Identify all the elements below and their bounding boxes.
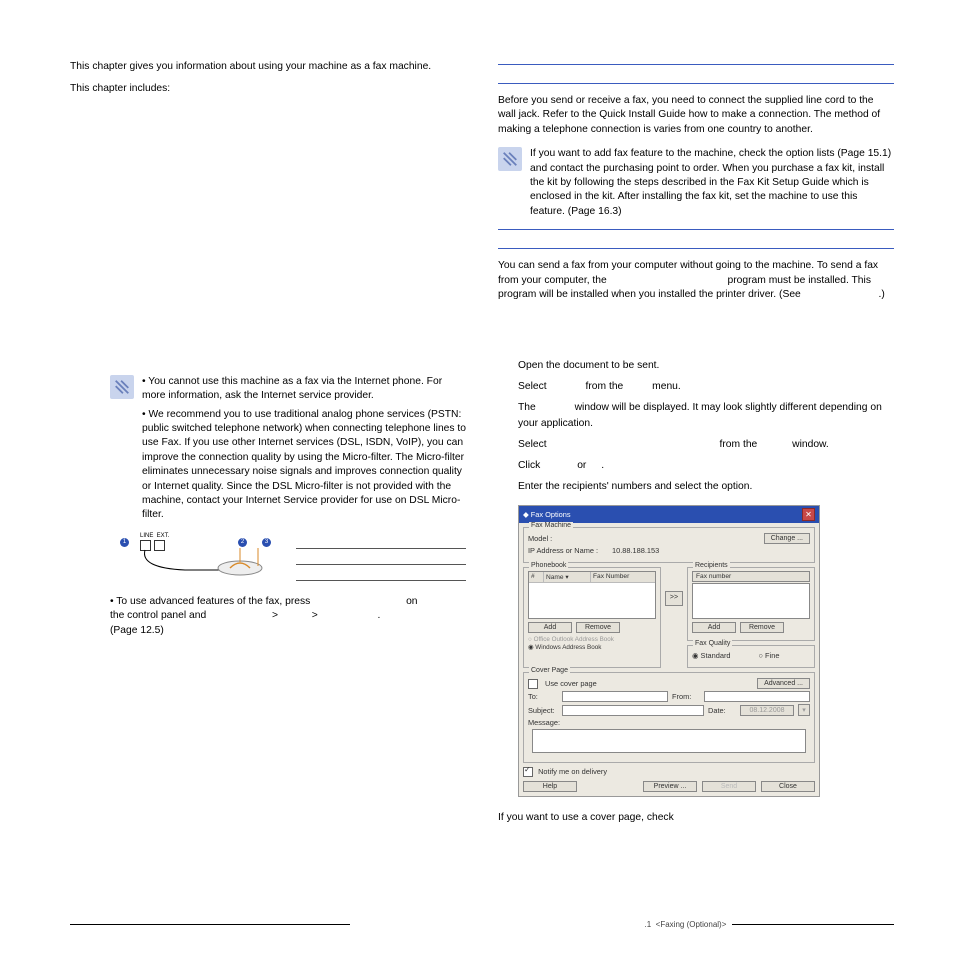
rec-remove-button[interactable]: Remove	[740, 622, 784, 633]
notify-label: Notify me on delivery	[538, 767, 607, 776]
rec-add-button[interactable]: Add	[692, 622, 736, 633]
text: If you want to add fax feature to the ma…	[530, 147, 894, 219]
after-dialog-text: If you want to use a cover page, check	[498, 811, 894, 825]
recip-header: Fax number	[692, 571, 810, 582]
callout-1: 1	[120, 538, 129, 547]
quality-fine[interactable]: Fine	[759, 651, 780, 660]
fax-machine-group: Fax Machine Model : Change ... IP Addres…	[523, 527, 815, 563]
callout-2: 2	[238, 538, 247, 547]
use-cover-label: Use cover page	[545, 679, 597, 688]
quality-standard[interactable]: Standard	[692, 651, 731, 660]
recipients-group: Recipients Fax number Add Remove	[687, 567, 815, 641]
note-icon	[110, 375, 134, 399]
fax-options-dialog: ◆ Fax Options ✕ Fax Machine Model : Chan…	[518, 505, 820, 797]
date-field[interactable]: 08.12.2008	[740, 705, 794, 716]
port-labels: LINE EXT.	[140, 533, 169, 539]
recipients-list[interactable]	[692, 583, 810, 619]
dlg-close-button[interactable]: Close	[761, 781, 815, 792]
text: • You cannot use this machine as a fax v…	[142, 375, 466, 404]
rule	[498, 64, 894, 65]
step-4: Select from the window.	[518, 437, 894, 453]
note-icon	[498, 147, 522, 171]
dialog-title: ◆ Fax Options	[523, 510, 571, 519]
notify-check[interactable]	[523, 767, 533, 777]
cover-page-group: Cover Page Use cover page Advanced ... T…	[523, 672, 815, 763]
date-label: Date:	[708, 706, 736, 715]
text: Before you send or receive a fax, you ne…	[498, 94, 894, 137]
wab-radio[interactable]: ◉ Windows Address Book	[528, 644, 656, 651]
callout-3: 3	[262, 538, 271, 547]
text: • We recommend you to use traditional an…	[142, 408, 466, 523]
micro-filter-diagram: 1 2 3 LINE EXT.	[110, 533, 466, 581]
close-icon[interactable]: ✕	[802, 508, 815, 521]
subject-field[interactable]	[562, 705, 704, 716]
text: This chapter includes:	[70, 82, 466, 96]
ip-value: 10.88.188.153	[612, 546, 659, 555]
from-label: From:	[672, 692, 700, 701]
subject-label: Subject:	[528, 706, 558, 715]
change-button[interactable]: Change ...	[764, 533, 810, 544]
oab-radio[interactable]: ○ Office Outlook Address Book	[528, 636, 656, 643]
note-block: • You cannot use this machine as a fax v…	[110, 375, 466, 523]
step-3: The window will be displayed. It may loo…	[518, 400, 894, 432]
pb-remove-button[interactable]: Remove	[576, 622, 620, 633]
fax-quality-group: Fax Quality Standard Fine	[687, 645, 815, 668]
help-button[interactable]: Help	[523, 781, 577, 792]
note-block: If you want to add fax feature to the ma…	[498, 147, 894, 219]
step-1: Open the document to be sent.	[518, 358, 894, 374]
message-field[interactable]	[532, 729, 806, 753]
phonebook-group: Phonebook # Name ▾ Fax Number Add Remove…	[523, 567, 661, 668]
page-footer: .1 <Faxing (Optional)>	[70, 920, 894, 929]
step-2: Select from the menu.	[518, 379, 894, 395]
pb-add-button[interactable]: Add	[528, 622, 572, 633]
text: This chapter gives you information about…	[70, 60, 466, 74]
step-6: Enter the recipients' numbers and select…	[518, 479, 894, 495]
phonebook-list[interactable]: # Name ▾ Fax Number	[528, 571, 656, 619]
ip-label: IP Address or Name :	[528, 546, 608, 555]
message-label: Message:	[528, 718, 810, 727]
use-cover-check[interactable]	[528, 679, 538, 689]
advanced-button[interactable]: Advanced ...	[757, 678, 810, 689]
model-label: Model :	[528, 534, 594, 543]
from-field[interactable]	[704, 691, 810, 702]
date-drop-icon[interactable]: ▾	[798, 704, 810, 716]
rule	[498, 229, 894, 230]
step-5: Click or .	[518, 458, 894, 474]
text: You can send a fax from your computer wi…	[498, 259, 894, 302]
to-field[interactable]	[562, 691, 668, 702]
advanced-tip: • To use advanced features of the fax, p…	[110, 595, 466, 638]
to-label: To:	[528, 692, 558, 701]
move-right-button[interactable]: >>	[665, 591, 683, 606]
preview-button[interactable]: Preview ...	[643, 781, 697, 792]
rule	[498, 248, 894, 249]
send-button[interactable]: Send	[702, 781, 756, 792]
rule	[498, 83, 894, 84]
